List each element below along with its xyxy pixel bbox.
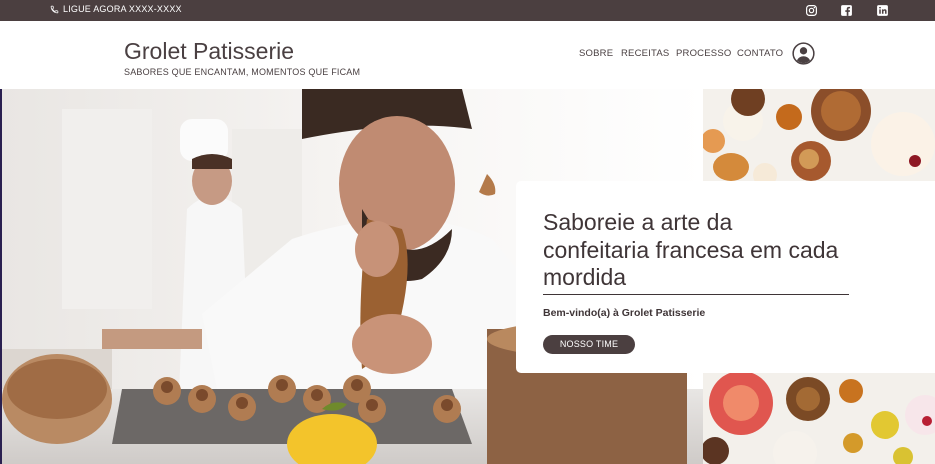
top-bar: LIGUE AGORA XXXX-XXXX — [0, 0, 935, 21]
welcome-text: Bem-vindo(a) à Grolet Patisserie — [543, 307, 706, 319]
linkedin-icon[interactable] — [876, 4, 889, 17]
phone-text: LIGUE AGORA XXXX-XXXX — [63, 4, 182, 14]
headline-divider — [543, 294, 849, 295]
site-header: Grolet Patisserie SABORES QUE ENCANTAM, … — [0, 21, 935, 89]
brand-title[interactable]: Grolet Patisserie — [124, 38, 294, 65]
nav-contato[interactable]: CONTATO — [737, 48, 783, 59]
phone-icon — [50, 5, 59, 13]
nav-receitas[interactable]: RECEITAS — [621, 48, 669, 59]
nav-sobre[interactable]: SOBRE — [579, 48, 613, 59]
pastries-image-top — [703, 89, 935, 181]
nosso-time-button[interactable]: NOSSO TIME — [543, 335, 635, 354]
brand-tagline: SABORES QUE ENCANTAM, MOMENTOS QUE FICAM — [124, 67, 361, 77]
hero-card: Saboreie a arte da confeitaria francesa … — [516, 181, 935, 373]
phone-contact[interactable]: LIGUE AGORA XXXX-XXXX — [50, 4, 182, 14]
user-account-icon[interactable] — [792, 42, 815, 65]
pastries-image-bottom — [703, 373, 935, 464]
nav-processo[interactable]: PROCESSO — [676, 48, 731, 59]
facebook-icon[interactable] — [840, 4, 853, 17]
hero-headline: Saboreie a arte da confeitaria francesa … — [543, 209, 839, 290]
instagram-icon[interactable] — [805, 4, 818, 17]
